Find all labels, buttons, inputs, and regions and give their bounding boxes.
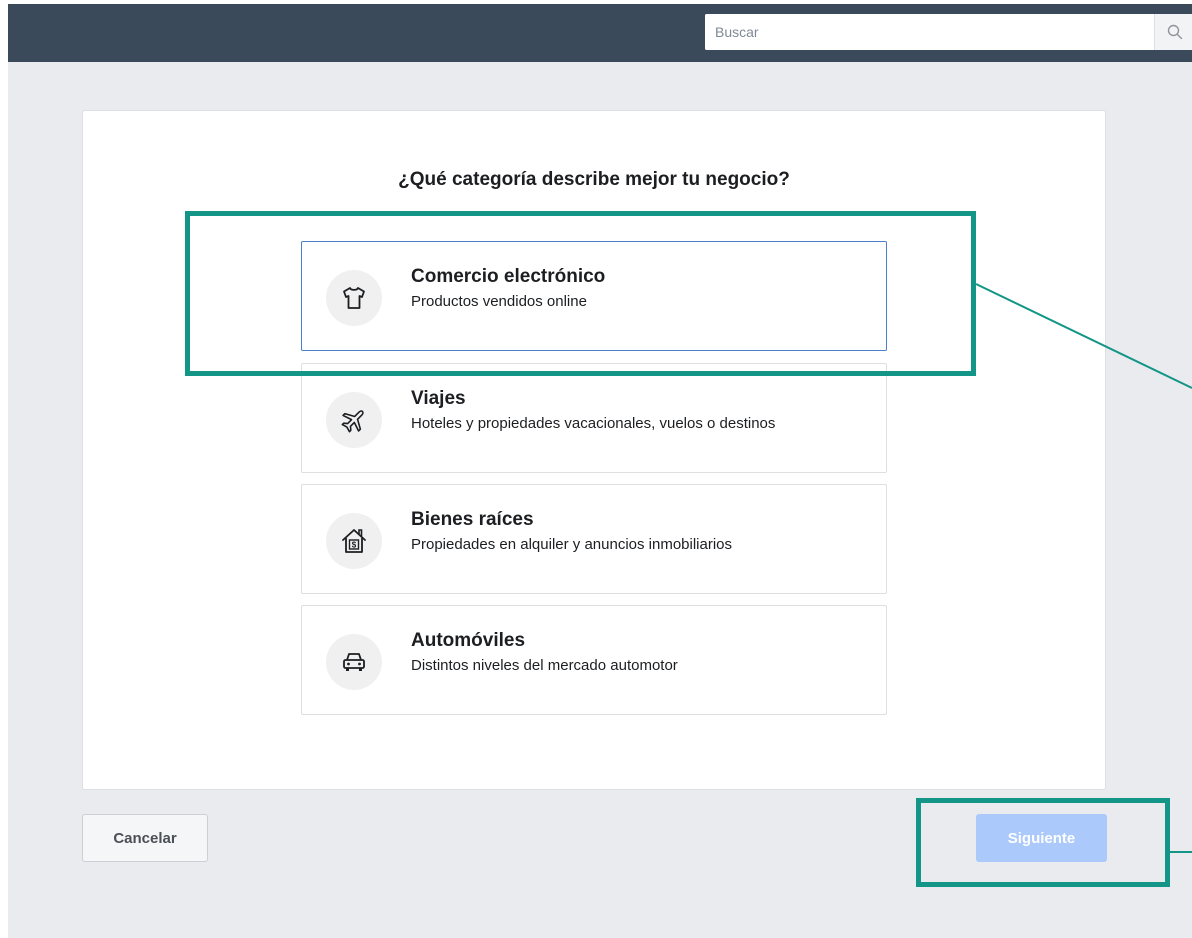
- search-button[interactable]: [1154, 14, 1192, 50]
- top-navigation-bar: [8, 4, 1192, 62]
- search-icon: [1167, 24, 1183, 40]
- option-travel[interactable]: Viajes Hoteles y propiedades vacacionale…: [301, 363, 887, 473]
- car-icon: [326, 634, 382, 690]
- option-subtitle: Productos vendidos online: [411, 293, 587, 310]
- option-subtitle: Propiedades en alquiler y anuncios inmob…: [411, 536, 733, 553]
- tshirt-icon: [326, 270, 382, 326]
- airplane-icon: [326, 392, 382, 448]
- page-title: ¿Qué categoría describe mejor tu negocio…: [398, 169, 790, 190]
- house-dollar-icon: $: [326, 513, 382, 569]
- svg-text:$: $: [352, 541, 357, 550]
- option-real-estate[interactable]: $ Bienes raíces Propiedades en alquiler …: [301, 484, 887, 594]
- option-title: Viajes: [411, 388, 466, 409]
- option-automotive[interactable]: Automóviles Distintos niveles del mercad…: [301, 605, 887, 715]
- category-selection-card: ¿Qué categoría describe mejor tu negocio…: [82, 110, 1106, 790]
- option-title: Automóviles: [411, 630, 526, 651]
- search-input[interactable]: [705, 14, 1154, 50]
- option-subtitle: Hoteles y propiedades vacacionales, vuel…: [411, 415, 776, 432]
- cancel-button[interactable]: Cancelar: [82, 814, 208, 862]
- option-subtitle: Distintos niveles del mercado automotor: [411, 657, 678, 674]
- search-bar: [705, 14, 1192, 50]
- option-title: Comercio electrónico: [411, 266, 606, 287]
- option-ecommerce[interactable]: Comercio electrónico Productos vendidos …: [301, 241, 887, 351]
- next-button[interactable]: Siguiente: [976, 814, 1107, 862]
- option-title: Bienes raíces: [411, 509, 534, 530]
